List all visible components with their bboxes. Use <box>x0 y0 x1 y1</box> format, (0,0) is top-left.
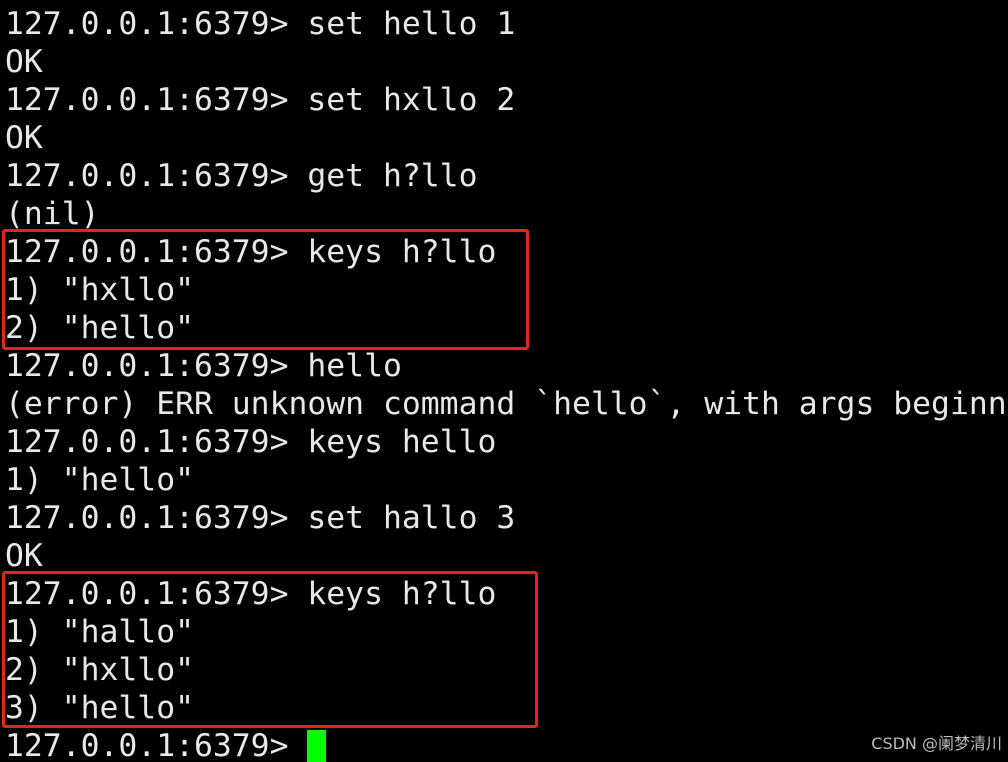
terminal-line-output: OK <box>5 120 43 156</box>
terminal-line-command: 127.0.0.1:6379> set hello 1 <box>5 6 516 42</box>
terminal-line-output: 1) "hallo" <box>5 614 194 650</box>
terminal-line-command: 127.0.0.1:6379> hello <box>5 348 402 384</box>
terminal-line-output: 1) "hxllo" <box>5 272 194 308</box>
terminal-line-output: 2) "hello" <box>5 310 194 346</box>
terminal-line-output: 2) "hxllo" <box>5 652 194 688</box>
terminal-line-command: 127.0.0.1:6379> keys hello <box>5 424 497 460</box>
watermark: CSDN @阑梦清川 <box>871 734 1002 753</box>
terminal-line-output: (nil) <box>5 196 100 232</box>
terminal-line-command: 127.0.0.1:6379> keys h?llo <box>5 234 497 270</box>
terminal-line-output: 3) "hello" <box>5 690 194 726</box>
terminal-line-command: 127.0.0.1:6379> set hallo 3 <box>5 500 516 536</box>
terminal-line-output: OK <box>5 538 43 574</box>
terminal-line-command: 127.0.0.1:6379> set hxllo 2 <box>5 82 516 118</box>
terminal-window[interactable]: 127.0.0.1:6379> set hello 1 OK 127.0.0.1… <box>0 0 1008 762</box>
terminal-line-output: 1) "hello" <box>5 462 194 498</box>
terminal-input-line[interactable]: 127.0.0.1:6379> <box>5 727 327 762</box>
terminal-line-command: 127.0.0.1:6379> get h?llo <box>5 158 478 194</box>
text-cursor <box>307 730 327 762</box>
terminal-line-output: OK <box>5 44 43 80</box>
current-prompt: 127.0.0.1:6379> <box>5 728 308 762</box>
terminal-line-error: (error) ERR unknown command `hello`, wit… <box>5 386 1007 422</box>
terminal-line-command: 127.0.0.1:6379> keys h?llo <box>5 576 497 612</box>
